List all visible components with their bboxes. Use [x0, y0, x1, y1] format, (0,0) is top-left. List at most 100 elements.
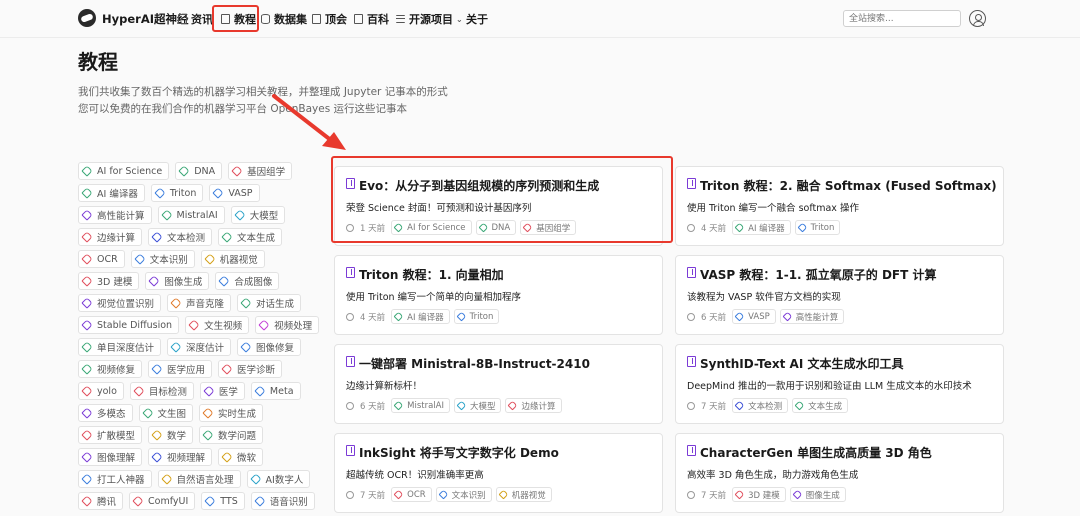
tag-filter[interactable]: 3D 建模: [78, 272, 140, 290]
card-tag[interactable]: 图像生成: [789, 487, 846, 502]
page-description-line-2: 您可以免费的在我们合作的机器学习平台 OpenBayes 运行这些记事本: [78, 103, 408, 115]
tag-filter[interactable]: 单目深度估计: [78, 338, 162, 356]
tutorial-card[interactable]: InkSight 将手写文字数字化 Demo 超越传统 OCR！识别准确率更高 7 …: [334, 433, 663, 513]
tag-filter[interactable]: VASP: [209, 184, 260, 202]
tag-filter[interactable]: 腾讯: [78, 492, 124, 510]
tag-filter[interactable]: 自然语言处理: [157, 470, 241, 488]
nav-item-conferences[interactable]: 顶会: [312, 11, 347, 27]
tag-filter[interactable]: 高性能计算: [78, 206, 152, 224]
tag-label: DNA: [194, 165, 216, 177]
tag-filter[interactable]: yolo: [78, 382, 124, 400]
tag-filter[interactable]: TTS: [201, 492, 245, 510]
tag-filter[interactable]: AI数字人: [246, 470, 311, 488]
card-title[interactable]: SynthID-Text AI 文本生成水印工具: [700, 355, 903, 372]
tag-filter[interactable]: 多模态: [78, 404, 133, 422]
tag-filter[interactable]: 文本检测: [148, 228, 213, 246]
tag-filter[interactable]: 基因组学: [228, 162, 293, 180]
tag-filter[interactable]: 声音克隆: [167, 294, 232, 312]
tag-filter[interactable]: 医学诊断: [218, 360, 283, 378]
tag-filter[interactable]: 扩散模型: [78, 426, 143, 444]
nav-item-news[interactable]: 资讯: [178, 11, 213, 27]
tag-filter[interactable]: Meta: [250, 382, 301, 400]
tag-filter[interactable]: 打工人神器: [78, 470, 152, 488]
site-search-input[interactable]: [843, 10, 961, 27]
tag-filter[interactable]: 实时生成: [199, 404, 264, 422]
card-tag[interactable]: OCR: [391, 487, 432, 502]
card-tag[interactable]: VASP: [732, 309, 776, 324]
tag-filter[interactable]: Triton: [150, 184, 204, 202]
nav-item-wiki[interactable]: 百科: [354, 11, 389, 27]
tag-icon: [734, 400, 745, 411]
card-tag[interactable]: 机器视觉: [495, 487, 552, 502]
tag-filter[interactable]: 视频处理: [255, 316, 320, 334]
card-tag[interactable]: 高性能计算: [779, 309, 845, 324]
tag-filter[interactable]: 医学应用: [148, 360, 213, 378]
card-tag-label: 机器视觉: [511, 490, 546, 501]
card-tag[interactable]: 文本检测: [732, 398, 789, 413]
card-tag[interactable]: 3D 建模: [732, 487, 786, 502]
tag-filter[interactable]: 机器视觉: [200, 250, 265, 268]
card-title[interactable]: Triton 教程：2. 融合 Softmax (Fused Softmax): [700, 177, 997, 194]
brand-name[interactable]: HyperAI超神经: [102, 11, 189, 27]
card-tag[interactable]: AI 编译器: [391, 309, 450, 324]
tutorial-card[interactable]: VASP 教程：1-1. 孤立氧原子的 DFT 计算 该教程为 VASP 软件官方…: [675, 255, 1004, 335]
tag-filter[interactable]: 目标检测: [129, 382, 194, 400]
tag-filter[interactable]: Stable Diffusion: [78, 316, 180, 334]
card-tag[interactable]: 文本识别: [435, 487, 492, 502]
card-tag[interactable]: MistralAI: [391, 398, 450, 413]
tutorial-card[interactable]: Triton 教程：2. 融合 Softmax (Fused Softmax) 使…: [675, 166, 1004, 246]
tag-filter[interactable]: 图像修复: [237, 338, 302, 356]
tag-filter[interactable]: MistralAI: [157, 206, 225, 224]
tag-filter[interactable]: OCR: [78, 250, 125, 268]
tag-filter[interactable]: 医学: [199, 382, 245, 400]
tag-label: 文本识别: [149, 255, 188, 266]
tutorial-card[interactable]: CharacterGen 单图生成高质量 3D 角色 高效率 3D 角色生成，助力…: [675, 433, 1004, 513]
tag-filter[interactable]: 视频修复: [78, 360, 143, 378]
tag-filter[interactable]: 图像生成: [145, 272, 210, 290]
user-avatar-icon[interactable]: [969, 10, 986, 27]
tag-icon: [734, 311, 745, 322]
tag-filter[interactable]: 数学问题: [199, 426, 264, 444]
tag-icon: [81, 319, 93, 331]
tag-filter[interactable]: 视频理解: [148, 448, 213, 466]
nav-item-datasets[interactable]: 数据集: [261, 11, 307, 27]
tag-filter[interactable]: 语音识别: [250, 492, 315, 510]
tag-filter[interactable]: 文生视频: [185, 316, 250, 334]
tag-filter[interactable]: 合成图像: [215, 272, 280, 290]
tag-filter[interactable]: AI for Science: [78, 162, 170, 180]
card-tag[interactable]: 大模型: [453, 398, 502, 413]
tag-filter[interactable]: 视觉位置识别: [78, 294, 162, 312]
tag-icon: [132, 495, 144, 507]
card-tag[interactable]: AI 编译器: [732, 220, 791, 235]
card-title[interactable]: InkSight 将手写文字数字化 Demo: [359, 444, 559, 461]
card-tag[interactable]: Triton: [794, 220, 841, 235]
card-title[interactable]: 一键部署 Ministral-8B-Instruct-2410: [359, 355, 590, 372]
tag-filter[interactable]: 对话生成: [237, 294, 302, 312]
menu-icon: [396, 15, 405, 23]
card-title[interactable]: Triton 教程：1. 向量相加: [359, 266, 504, 283]
card-tag[interactable]: 边缘计算: [505, 398, 562, 413]
tag-filter[interactable]: 微软: [218, 448, 264, 466]
tag-filter[interactable]: 深度估计: [167, 338, 232, 356]
card-tag[interactable]: Triton: [453, 309, 500, 324]
tag-filter[interactable]: 文本识别: [130, 250, 195, 268]
tag-filter[interactable]: 文生图: [138, 404, 194, 422]
tag-label: AI数字人: [265, 475, 304, 486]
hyperai-logo-icon[interactable]: [78, 9, 96, 27]
tag-filter[interactable]: 图像理解: [78, 448, 143, 466]
tag-filter[interactable]: 大模型: [230, 206, 286, 224]
tutorial-card[interactable]: SynthID-Text AI 文本生成水印工具 DeepMind 推出的一款用于…: [675, 344, 1004, 424]
tag-filter[interactable]: DNA: [175, 162, 223, 180]
tag-filter[interactable]: 文本生成: [218, 228, 283, 246]
tutorial-card[interactable]: Triton 教程：1. 向量相加 使用 Triton 编写一个简单的向量相加程序…: [334, 255, 663, 335]
nav-item-open-source[interactable]: 开源项目 ⌄: [396, 11, 463, 27]
tag-filter[interactable]: 边缘计算: [78, 228, 143, 246]
nav-item-about[interactable]: 关于: [466, 11, 488, 27]
card-tag[interactable]: 文本生成: [792, 398, 849, 413]
tutorial-card[interactable]: 一键部署 Ministral-8B-Instruct-2410 边缘计算新标杆！ 6…: [334, 344, 663, 424]
tag-filter[interactable]: AI 编译器: [78, 184, 145, 202]
card-title[interactable]: VASP 教程：1-1. 孤立氧原子的 DFT 计算: [700, 266, 937, 283]
card-title[interactable]: CharacterGen 单图生成高质量 3D 角色: [700, 444, 932, 461]
tag-filter[interactable]: 数学: [148, 426, 194, 444]
tag-filter[interactable]: ComfyUI: [129, 492, 196, 510]
